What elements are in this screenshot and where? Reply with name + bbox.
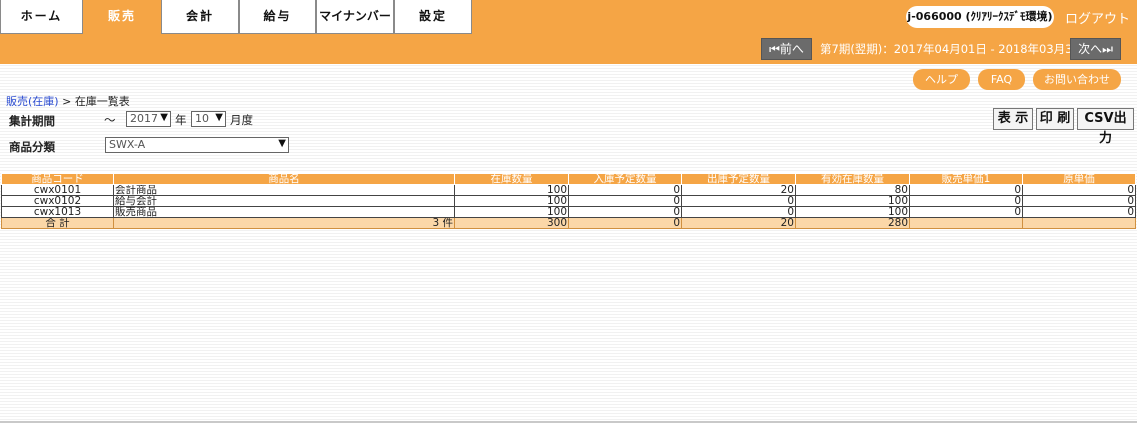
chevron-down-icon: ▼ (160, 112, 168, 123)
table-row[interactable]: cwx0102 給与会計 100 0 0 100 0 0 (1, 195, 1136, 207)
show-button[interactable]: 表 示 (993, 108, 1033, 130)
year-unit: 年 (175, 113, 187, 127)
inventory-table: 商品コード 商品名 在庫数量 入庫予定数量 出庫予定数量 有効在庫数量 販売単価… (1, 173, 1136, 229)
category-select-value: SWX-A (109, 138, 146, 151)
month-unit: 月度 (230, 113, 253, 127)
csv-export-button[interactable]: CSV出力 (1077, 108, 1134, 146)
cell-price: 0 (909, 206, 1023, 218)
total-price (909, 217, 1023, 229)
help-button[interactable]: ヘルプ (913, 69, 970, 90)
cell-available: 100 (795, 206, 910, 218)
cell-name: 会計商品 (113, 184, 455, 196)
cell-incoming: 0 (568, 184, 682, 196)
tab-accounting[interactable]: 会計 (161, 0, 239, 34)
tab-mynumber-label: マイナンバー (319, 9, 391, 23)
cell-cost: 0 (1022, 184, 1136, 196)
breadcrumb-link-sales-stock[interactable]: 販売(在庫) (6, 95, 59, 108)
header-code[interactable]: 商品コード (1, 173, 114, 185)
contact-button[interactable]: お問い合わせ (1033, 69, 1121, 90)
tab-mynumber[interactable]: マイナンバー (316, 0, 394, 34)
tab-settings[interactable]: 設定 (394, 0, 472, 34)
cell-name: 販売商品 (113, 206, 455, 218)
cell-cost: 0 (1022, 195, 1136, 207)
header-name[interactable]: 商品名 (113, 173, 455, 185)
logout-link[interactable]: ログアウト (1065, 8, 1130, 27)
period-label: 集計期間 (9, 114, 55, 128)
tab-sales[interactable]: 販売 (83, 0, 161, 34)
tab-sales-label: 販売 (107, 9, 136, 23)
table-row[interactable]: cwx1013 販売商品 100 0 0 100 0 0 (1, 206, 1136, 218)
header-outgoing[interactable]: 出庫予定数量 (681, 173, 796, 185)
next-period-button[interactable]: 次へ⏭ (1070, 38, 1121, 60)
header-incoming[interactable]: 入庫予定数量 (568, 173, 682, 185)
total-count: 3 件 (113, 217, 455, 229)
user-id-badge: j-066000 (ｸﾘｱﾘｰｸｽﾃﾞﾓ環境) (906, 6, 1054, 28)
total-available: 280 (795, 217, 910, 229)
year-select[interactable]: 2017 ▼ (126, 111, 171, 127)
table-header-row: 商品コード 商品名 在庫数量 入庫予定数量 出庫予定数量 有効在庫数量 販売単価… (1, 173, 1136, 185)
cell-stock: 100 (454, 206, 569, 218)
cell-incoming: 0 (568, 206, 682, 218)
faq-button[interactable]: FAQ (978, 69, 1025, 90)
month-select[interactable]: 10 ▼ (191, 111, 226, 127)
category-label: 商品分類 (9, 140, 55, 154)
cell-stock: 100 (454, 184, 569, 196)
tab-settings-label: 設定 (418, 9, 447, 23)
tab-home-label: ホーム (20, 9, 63, 23)
print-button[interactable]: 印 刷 (1036, 108, 1074, 130)
total-outgoing: 20 (681, 217, 796, 229)
tab-home[interactable]: ホーム (0, 0, 83, 34)
header-available[interactable]: 有効在庫数量 (795, 173, 910, 185)
total-incoming: 0 (568, 217, 682, 229)
cell-outgoing: 0 (681, 206, 796, 218)
total-cost (1022, 217, 1136, 229)
header-cost[interactable]: 原単価 (1022, 173, 1136, 185)
cell-available: 100 (795, 195, 910, 207)
total-stock: 300 (454, 217, 569, 229)
year-select-value: 2017 (130, 112, 158, 125)
chevron-down-icon: ▼ (215, 112, 223, 123)
total-row: 合 計 3 件 300 0 20 280 (1, 217, 1136, 229)
month-select-value: 10 (195, 112, 209, 125)
prev-period-button[interactable]: ⏮前へ (761, 38, 812, 60)
cell-stock: 100 (454, 195, 569, 207)
cell-code: cwx0101 (1, 184, 114, 196)
total-label: 合 計 (1, 217, 114, 229)
tab-accounting-label: 会計 (185, 9, 214, 23)
breadcrumb-separator: > (58, 95, 75, 108)
cell-cost: 0 (1022, 206, 1136, 218)
cell-price: 0 (909, 184, 1023, 196)
tab-payroll-label: 給与 (263, 9, 292, 23)
cell-name: 給与会計 (113, 195, 455, 207)
period-tilde: ～ (104, 113, 116, 127)
cell-outgoing: 0 (681, 195, 796, 207)
cell-code: cwx1013 (1, 206, 114, 218)
table-row[interactable]: cwx0101 会計商品 100 0 20 80 0 0 (1, 184, 1136, 196)
header-price[interactable]: 販売単価1 (909, 173, 1023, 185)
cell-price: 0 (909, 195, 1023, 207)
chevron-down-icon: ▼ (278, 138, 286, 149)
header-stock[interactable]: 在庫数量 (454, 173, 569, 185)
fiscal-period-text: 第7期(翌期)：2017年04月01日 - 2018年03月31日 (820, 42, 1092, 56)
cell-outgoing: 20 (681, 184, 796, 196)
cell-code: cwx0102 (1, 195, 114, 207)
tab-payroll[interactable]: 給与 (239, 0, 316, 34)
category-select[interactable]: SWX-A ▼ (105, 137, 289, 153)
cell-available: 80 (795, 184, 910, 196)
cell-incoming: 0 (568, 195, 682, 207)
breadcrumb: 販売(在庫) > 在庫一覧表 (6, 93, 130, 109)
breadcrumb-current: 在庫一覧表 (74, 95, 130, 108)
